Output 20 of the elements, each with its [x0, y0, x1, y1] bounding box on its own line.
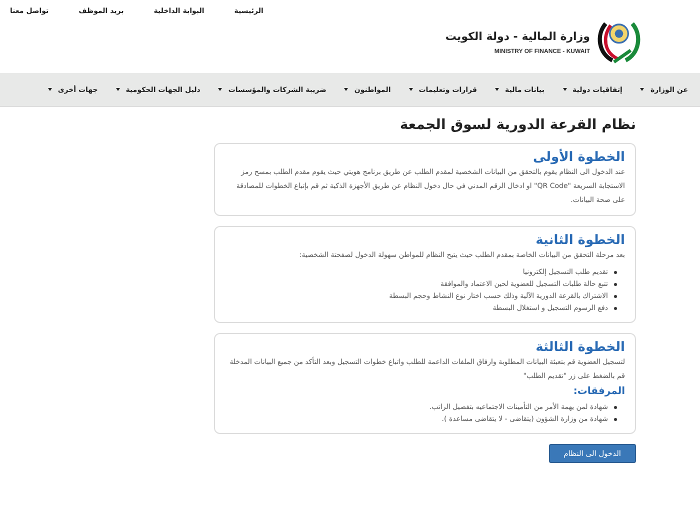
- bullet-icon: [614, 418, 617, 420]
- ministry-name: وزارة المالية - دولة الكويت: [445, 30, 590, 42]
- caret-icon: [562, 88, 567, 91]
- caret-icon: [48, 88, 52, 91]
- step-title: الخطوة الثالثة: [534, 340, 625, 355]
- caret-icon: [408, 88, 413, 91]
- bullet-icon: [614, 282, 617, 286]
- caret-icon: [116, 88, 120, 91]
- caret-icon: [344, 88, 348, 91]
- attachments-heading: المرفقات:: [572, 386, 625, 397]
- step-title: الخطوة الثانية: [534, 233, 625, 248]
- page-title: نظام القرعة الدورية لسوق الجمعة: [398, 117, 636, 133]
- bullet-icon: [614, 270, 617, 274]
- caret-icon: [218, 88, 222, 91]
- caret-icon: [495, 88, 499, 91]
- bullet-icon: [614, 306, 617, 310]
- caret-icon: [640, 88, 644, 91]
- bullet-icon: [614, 294, 617, 298]
- bullet-icon: [614, 406, 617, 408]
- step-title: الخطوة الأولى: [532, 150, 625, 165]
